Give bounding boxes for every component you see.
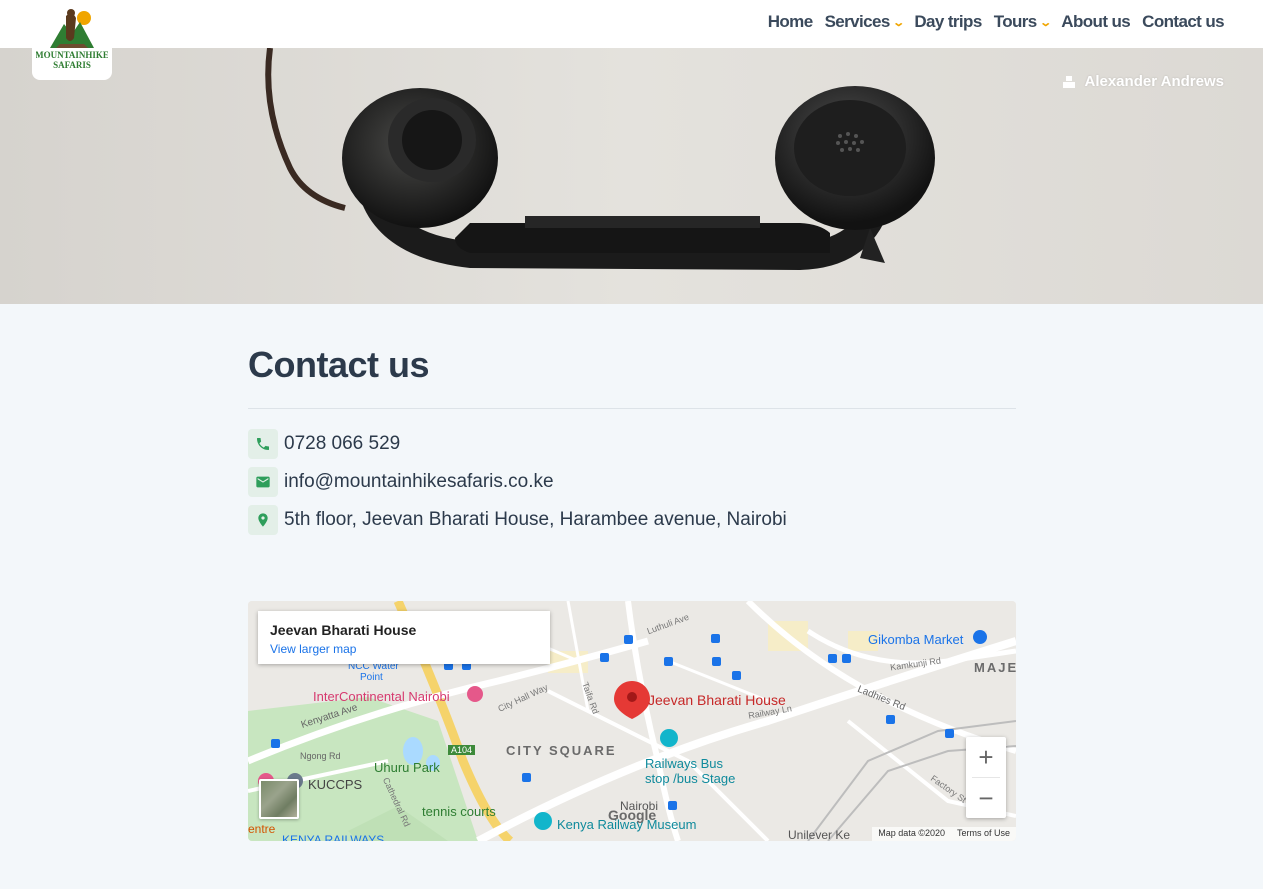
terms-of-use-link[interactable]: Terms of Use: [957, 828, 1010, 840]
map-label-tennis-courts: tennis courts: [422, 804, 496, 819]
nav-tours-label: Tours: [993, 12, 1038, 31]
map-label-point: Point: [360, 672, 383, 683]
contact-info-list: 0728 066 529 info@mountainhikesafaris.co…: [248, 425, 1016, 539]
contact-phone[interactable]: 0728 066 529: [284, 433, 400, 455]
map-label-kuccps: KUCCPS: [308, 777, 363, 792]
map-label-centre: entre: [248, 822, 276, 836]
market-pin-icon[interactable]: [973, 630, 987, 644]
museum-pin-icon[interactable]: [534, 812, 552, 830]
logo-graphic: MOUNTAINHIKE SAFARIS: [36, 9, 108, 70]
embedded-map[interactable]: Jeevan Bharati House InterContinental Na…: [248, 601, 1016, 841]
logo-text-bottom: SAFARIS: [53, 60, 91, 70]
map-label-kenya-railways: KENYA RAILWAYS: [282, 833, 385, 841]
map-attribution: Map data ©2020 Terms of Use: [872, 827, 1016, 841]
main-nav: Home Services ⌄ Day trips Tours ⌄ About us…: [768, 12, 1225, 32]
map-zoom-controls: + −: [966, 737, 1006, 818]
nav-day-trips-label: Day trips: [914, 12, 982, 31]
map-label-bus-stage: stop /bus Stage: [645, 771, 736, 786]
contact-address: 5th floor, Jeevan Bharati House, Harambe…: [284, 509, 787, 530]
map-label-unilever: Unilever Ke: [788, 828, 851, 841]
nav-contact-us[interactable]: Contact us: [1142, 12, 1224, 32]
location-pin-icon: [248, 505, 278, 535]
site-logo[interactable]: MOUNTAINHIKE SAFARIS: [32, 0, 112, 80]
hotel-pin-icon[interactable]: [467, 686, 483, 702]
bus-station-pin-icon[interactable]: [660, 729, 678, 747]
chevron-down-icon: ⌄: [1038, 16, 1052, 29]
map-place-card: Jeevan Bharati House View larger map: [258, 611, 550, 664]
page-title: Contact us: [248, 344, 430, 385]
nav-day-trips[interactable]: Day trips: [914, 12, 982, 32]
satellite-view-toggle[interactable]: [259, 779, 299, 819]
contact-address-row: 5th floor, Jeevan Bharati House, Harambe…: [248, 501, 1016, 539]
map-label-railways-bus: Railways Bus: [645, 756, 724, 771]
chevron-down-icon: ⌄: [891, 16, 905, 29]
nav-home-label: Home: [767, 12, 813, 31]
map-label-a104: A104: [448, 745, 476, 755]
map-label-intercontinental: InterContinental Nairobi: [313, 689, 450, 704]
nav-about-us[interactable]: About us: [1061, 12, 1130, 32]
map-label-uhuru-park: Uhuru Park: [374, 760, 440, 775]
nav-contact-us-label: Contact us: [1142, 12, 1224, 31]
map-place-title: Jeevan Bharati House: [270, 622, 417, 638]
divider: [248, 408, 1016, 409]
phone-icon: [248, 429, 278, 459]
view-larger-map-link[interactable]: View larger map: [270, 642, 538, 656]
contact-phone-row: 0728 066 529: [248, 425, 1016, 463]
google-logo: Google: [608, 807, 657, 823]
nav-home[interactable]: Home: [768, 12, 813, 32]
map-label-ngong-rd: Ngong Rd: [300, 751, 341, 761]
nav-about-us-label: About us: [1061, 12, 1131, 31]
nav-services-label: Services: [824, 12, 891, 31]
user-name: Alexander Andrews: [1084, 73, 1225, 90]
map-label-majengo: MAJE: [974, 660, 1016, 675]
map-label-city-square: CITY SQUARE: [506, 743, 617, 758]
mail-icon: [248, 467, 278, 497]
logo-text-top: MOUNTAINHIKE: [36, 50, 108, 60]
nav-services[interactable]: Services ⌄: [824, 12, 905, 32]
zoom-in-button[interactable]: +: [966, 737, 1006, 777]
contact-section: Contact us 0728 066 529 info@mountainhik…: [248, 304, 1016, 539]
map-pin-label: Jeevan Bharati House: [648, 692, 786, 708]
user-icon: [1062, 75, 1075, 88]
nav-tours[interactable]: Tours ⌄: [993, 12, 1052, 32]
user-menu[interactable]: Alexander Andrews: [1062, 73, 1225, 90]
contact-email-row: info@mountainhikesafaris.co.ke: [248, 463, 1016, 501]
contact-email[interactable]: info@mountainhikesafaris.co.ke: [284, 471, 554, 493]
map-label-gikomba-market: Gikomba Market: [868, 632, 964, 647]
map-data-attribution: Map data ©2020: [878, 828, 945, 838]
zoom-out-button[interactable]: −: [966, 778, 1006, 818]
